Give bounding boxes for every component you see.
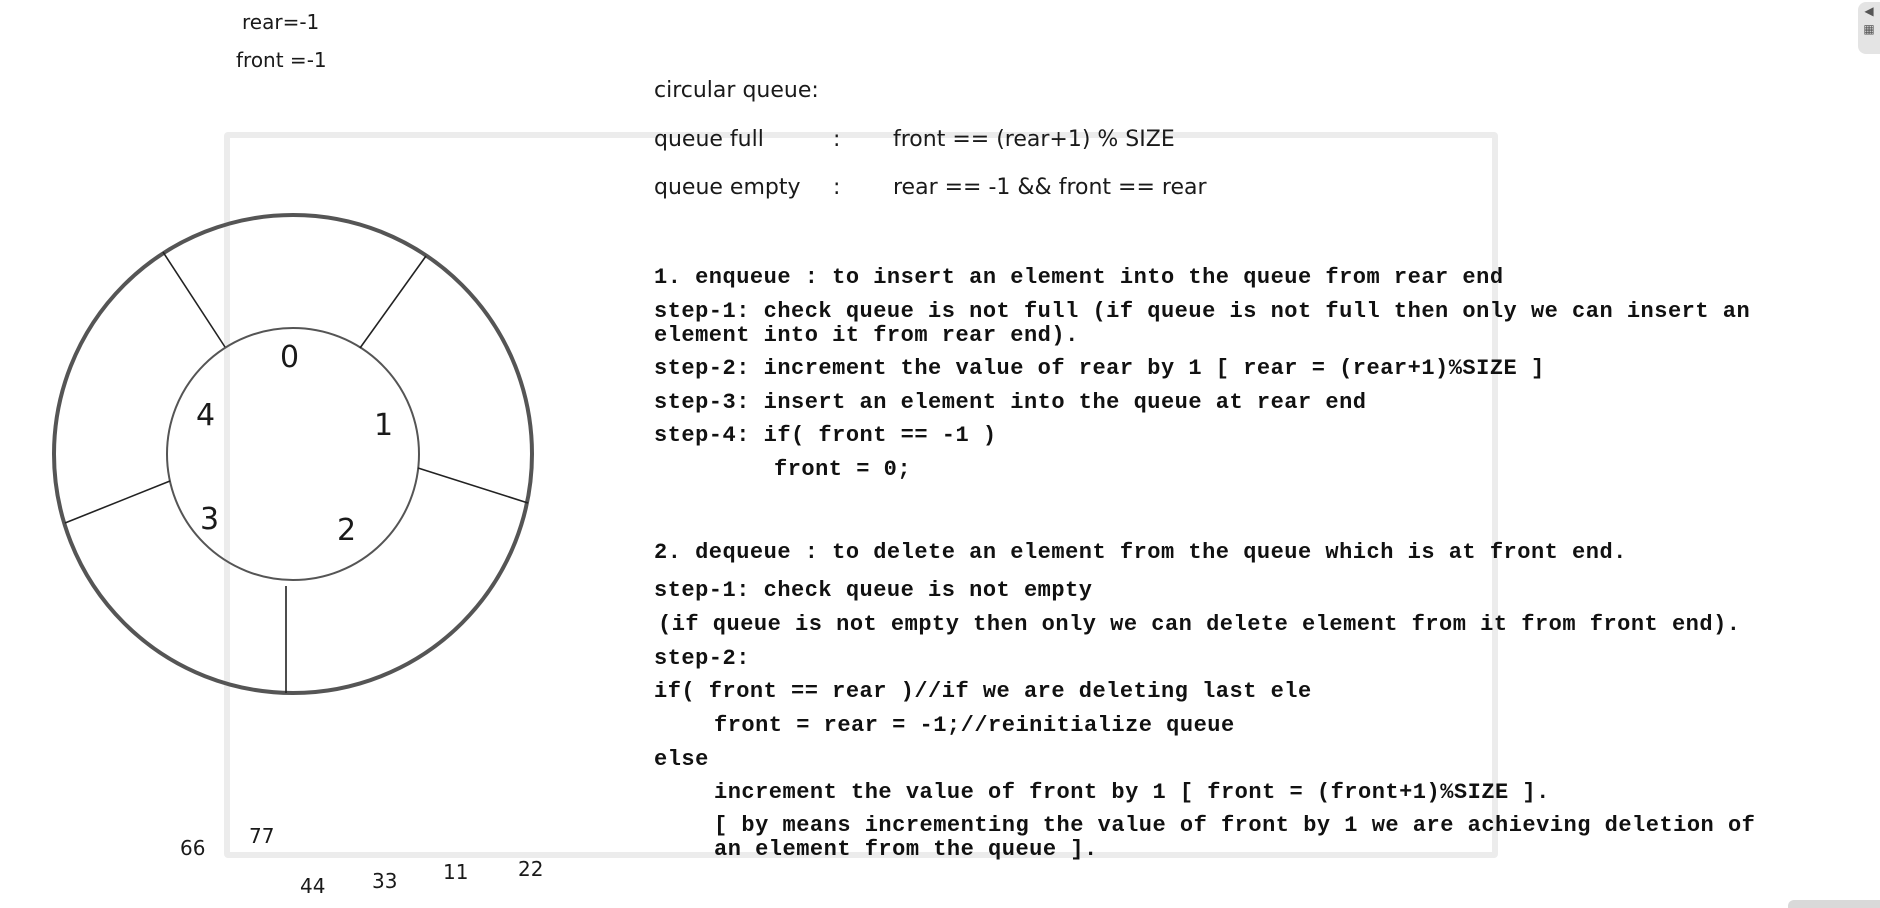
dequeue-if-line: if( front == rear )//if we are deleting …	[654, 679, 1312, 704]
notes-title: circular queue:	[654, 78, 819, 103]
ring-divider	[64, 480, 171, 524]
dequeue-heading: 2. dequeue : to delete an element from t…	[654, 540, 1627, 565]
value-label: 11	[443, 860, 469, 884]
ring-divider	[359, 255, 427, 349]
ring-index-1: 1	[374, 408, 394, 443]
dequeue-step-1: step-1: check queue is not empty	[654, 578, 1093, 603]
enqueue-step-2: step-2: increment the value of rear by 1…	[654, 356, 1545, 381]
enqueue-step-3: step-3: insert an element into the queue…	[654, 390, 1367, 415]
queue-empty-label: queue empty	[654, 175, 801, 200]
enqueue-step-4-body: front = 0;	[774, 457, 912, 482]
queue-full-label: queue full	[654, 127, 764, 152]
dequeue-if-body: front = rear = -1;//reinitialize queue	[714, 713, 1235, 738]
chevron-left-icon: ◀	[1864, 4, 1874, 18]
dequeue-else-body: increment the value of front by 1 [ fron…	[714, 780, 1550, 805]
enqueue-step-1: step-1: check queue is not full (if queu…	[654, 299, 1751, 324]
value-label: 22	[518, 857, 544, 881]
dequeue-step-1-note: (if queue is not empty then only we can …	[658, 612, 1741, 637]
dequeue-note-cont: an element from the queue ].	[714, 837, 1098, 862]
grid-icon: ▦	[1863, 22, 1875, 36]
ring-divider	[417, 467, 529, 504]
value-label: 77	[249, 824, 275, 848]
ring-index-2: 2	[337, 513, 357, 548]
value-label: 44	[300, 874, 326, 898]
dequeue-else-line: else	[654, 747, 709, 772]
enqueue-step-1-cont: element into it from rear end).	[654, 323, 1079, 348]
queue-full-colon: :	[833, 127, 841, 152]
value-label: 66	[180, 836, 206, 860]
enqueue-heading: 1. enqueue : to insert an element into t…	[654, 265, 1504, 290]
value-label: 33	[372, 869, 398, 893]
ring-divider	[162, 251, 226, 348]
ring-index-0: 0	[280, 340, 300, 375]
dequeue-note: [ by means incrementing the value of fro…	[714, 813, 1756, 838]
queue-empty-condition: rear == -1 && front == rear	[893, 175, 1207, 200]
queue-full-condition: front == (rear+1) % SIZE	[893, 127, 1175, 152]
side-panel-toggle[interactable]: ◀ ▦	[1858, 2, 1880, 54]
ring-index-4: 4	[196, 398, 216, 433]
dequeue-step-2: step-2:	[654, 646, 750, 671]
ring-index-3: 3	[200, 502, 220, 537]
corner-handle[interactable]	[1788, 900, 1880, 908]
queue-empty-colon: :	[833, 175, 841, 200]
enqueue-step-4: step-4: if( front == -1 )	[654, 423, 997, 448]
outer-ring	[52, 213, 534, 695]
